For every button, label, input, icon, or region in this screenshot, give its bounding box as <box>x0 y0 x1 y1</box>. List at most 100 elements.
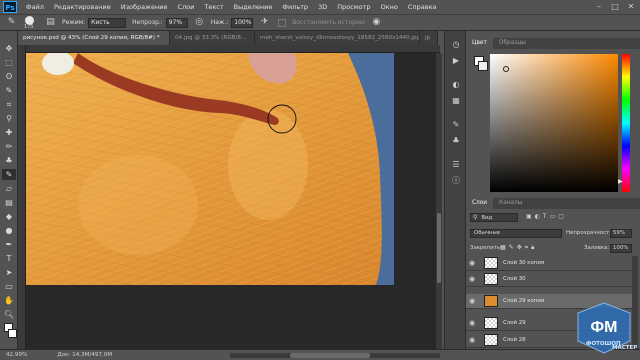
layer-thumbnail <box>484 295 498 307</box>
zoom-tool-icon[interactable]: 🔍︎ <box>2 309 16 320</box>
layer-name: Слой 30 копия <box>503 260 545 266</box>
color-field[interactable] <box>490 54 618 192</box>
tab-document-fur[interactable]: meh_sherst_volosy_dlinnovolosyy_18582_25… <box>255 31 420 45</box>
menu-type[interactable]: Текст <box>199 3 228 11</box>
layer-row[interactable]: ◉ Слой 30 <box>466 272 632 287</box>
menu-file[interactable]: Файл <box>21 3 49 11</box>
clone-stamp-tool-icon[interactable]: ♣ <box>2 155 16 166</box>
menu-help[interactable]: Справка <box>403 3 442 11</box>
hand-tool-icon[interactable]: ✋ <box>2 295 16 306</box>
eyedropper-tool-icon[interactable]: ⚲ <box>2 113 16 124</box>
restore-history-checkbox[interactable] <box>278 18 287 27</box>
dodge-tool-icon[interactable]: ● <box>2 225 16 236</box>
lasso-tool-icon[interactable]: ʘ <box>2 71 16 82</box>
gradient-tool-icon[interactable]: ▤ <box>2 197 16 208</box>
mode-select[interactable]: Кисть <box>88 17 127 28</box>
ruler-horizontal[interactable] <box>18 45 440 53</box>
airbrush-icon[interactable]: ✈ <box>259 17 270 28</box>
eye-icon[interactable]: ◉ <box>466 259 478 267</box>
menu-view[interactable]: Просмотр <box>332 3 375 11</box>
layer-filter-icons[interactable]: ▣◐T▭▢ <box>526 213 567 220</box>
layer-opacity-label: Непрозрачность: <box>566 230 615 236</box>
styles-panel-icon[interactable]: ▦ <box>450 95 462 107</box>
path-select-tool-icon[interactable]: ➤ <box>2 267 16 278</box>
history-panel-icon[interactable]: ◷ <box>450 39 462 51</box>
adjustments-panel-icon[interactable]: ◐ <box>450 79 462 91</box>
properties-panel-icon[interactable]: ☰ <box>450 159 462 171</box>
flow-field[interactable]: 100% <box>231 17 254 28</box>
zoom-level[interactable]: 42,99% <box>6 352 27 358</box>
eye-icon[interactable]: ◉ <box>466 336 478 344</box>
pen-tool-icon[interactable]: ✒ <box>2 239 16 250</box>
menu-edit[interactable]: Редактирование <box>49 3 116 11</box>
menu-image[interactable]: Изображение <box>116 3 173 11</box>
eraser-tool-icon[interactable]: ▱ <box>2 183 16 194</box>
tab-layers[interactable]: Слои <box>466 198 494 209</box>
quick-select-tool-icon[interactable]: ✎ <box>2 85 16 96</box>
photoshop-logo: Ps <box>3 1 17 13</box>
history-brush-tool-icon[interactable]: ✎ <box>6 17 17 28</box>
mode-label: Режим: <box>62 19 86 26</box>
pressure-opacity-icon[interactable]: ◎ <box>194 17 205 28</box>
fill-field[interactable]: 100% <box>610 244 632 253</box>
pressure-size-icon[interactable]: ◉ <box>371 17 382 28</box>
brushes-panel-icon[interactable]: ✎ <box>450 119 462 131</box>
document-canvas[interactable] <box>18 45 440 349</box>
minimize-button[interactable]: – <box>592 1 606 12</box>
shape-tool-icon[interactable]: ▭ <box>2 281 16 292</box>
history-brush-tool-icon[interactable]: ✎ <box>2 169 16 180</box>
canvas-area[interactable] <box>18 45 440 349</box>
horizontal-scrollbar[interactable] <box>230 352 440 358</box>
brush-tool-icon[interactable]: ✏ <box>2 141 16 152</box>
color-bg-swatch[interactable] <box>478 61 488 71</box>
maximize-button[interactable]: □ <box>608 1 622 12</box>
collapsed-panels: ◷ ▶ ◐ ▦ ✎ ♣ ☰ ⓘ <box>444 31 466 349</box>
crop-tool-icon[interactable]: ⌗ <box>2 99 16 110</box>
brush-panel-icon[interactable]: ▤ <box>45 17 56 28</box>
background-color-swatch[interactable] <box>8 329 17 338</box>
layer-name: Слой 29 копия <box>503 298 545 304</box>
tab-document-active[interactable]: рисунок.psd @ 43% (Слой 29 копия, RGB/8#… <box>18 31 170 45</box>
menu-3d[interactable]: 3D <box>313 3 332 11</box>
vertical-scrollbar-thumb[interactable] <box>437 213 441 283</box>
ruler-vertical[interactable] <box>18 45 26 349</box>
tools-panel: ✥ ⬚ ʘ ✎ ⌗ ⚲ ✚ ✏ ♣ ✎ ▱ ▤ ◆ ● ✒ T ➤ ▭ ✋ 🔍︎ <box>0 31 18 349</box>
marquee-tool-icon[interactable]: ⬚ <box>2 57 16 68</box>
horizontal-scrollbar-thumb[interactable] <box>290 352 370 358</box>
info-panel-icon[interactable]: ⓘ <box>450 175 462 187</box>
tab-swatches[interactable]: Образцы <box>493 38 532 49</box>
vertical-scrollbar[interactable] <box>436 53 442 349</box>
opacity-field[interactable]: 97% <box>165 17 188 28</box>
lock-icons[interactable]: ▦✎✥⌗🔒︎ <box>500 244 537 252</box>
hue-slider[interactable]: ▶ <box>618 54 630 192</box>
tab-color[interactable]: Цвет <box>466 38 493 49</box>
blend-mode-select[interactable]: Обычные <box>470 229 562 238</box>
menu-layers[interactable]: Слои <box>172 3 199 11</box>
actions-panel-icon[interactable]: ▶ <box>450 55 462 67</box>
tab-document-04[interactable]: 04.jpg @ 33,3% (RGB/8... <box>170 31 255 45</box>
tab-channels[interactable]: Каналы <box>493 198 528 209</box>
eye-icon[interactable]: ◉ <box>466 319 478 327</box>
menu-select[interactable]: Выделение <box>229 3 278 11</box>
clone-source-panel-icon[interactable]: ♣ <box>450 135 462 147</box>
flow-label: Наж.: <box>210 19 229 26</box>
type-tool-icon[interactable]: T <box>2 253 16 264</box>
eye-icon[interactable]: ◉ <box>466 275 478 283</box>
eye-icon[interactable]: ◉ <box>466 297 478 305</box>
hue-slider-handle-icon[interactable]: ▶ <box>618 178 623 185</box>
layer-name: Слой 28 <box>503 337 526 343</box>
layer-row[interactable]: ◉ Слой 30 копия <box>466 256 632 271</box>
close-button[interactable]: ✕ <box>624 1 638 12</box>
color-picker-cursor[interactable] <box>503 66 509 72</box>
blur-tool-icon[interactable]: ◆ <box>2 211 16 222</box>
layer-opacity-field[interactable]: 59% <box>610 229 632 238</box>
tab-document-more[interactable]: jp <box>420 31 438 45</box>
menu-filter[interactable]: Фильтр <box>277 3 313 11</box>
opacity-label: Непрозр.: <box>132 19 163 26</box>
menu-window[interactable]: Окно <box>376 3 403 11</box>
healing-brush-tool-icon[interactable]: ✚ <box>2 127 16 138</box>
layer-thumbnail <box>484 257 498 269</box>
move-tool-icon[interactable]: ✥ <box>2 43 16 54</box>
brush-preset-picker[interactable]: 175 <box>21 15 39 30</box>
layer-filter-kind[interactable]: ⚲ Вид <box>470 213 518 222</box>
